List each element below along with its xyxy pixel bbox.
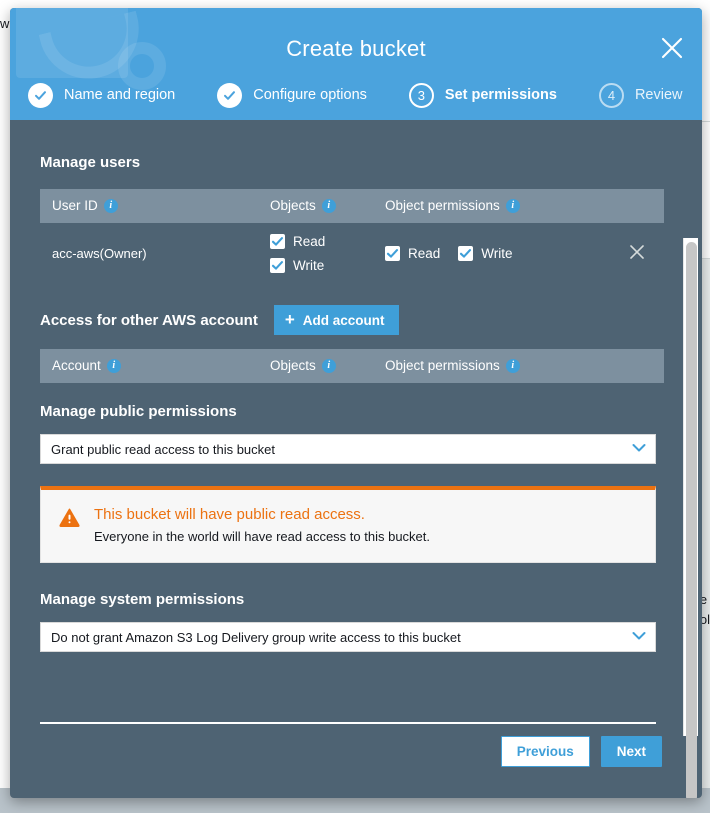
public-permissions-title: Manage public permissions xyxy=(40,403,237,420)
previous-button[interactable]: Previous xyxy=(500,736,590,767)
remove-user-button[interactable] xyxy=(625,241,649,265)
warning-icon xyxy=(59,508,80,544)
table-header-row: User ID i Objects i Object permissions i xyxy=(40,189,664,223)
checkbox-label: Read xyxy=(293,233,326,249)
cell-object-permissions: Read Write xyxy=(385,245,610,261)
modal-title: Create bucket xyxy=(286,36,426,61)
background-text-left: w xyxy=(0,16,10,31)
manage-users-table: User ID i Objects i Object permissions i ac… xyxy=(40,189,664,283)
column-header-label: Objects xyxy=(270,358,316,374)
checkbox-label: Read xyxy=(408,245,441,261)
column-header-objects: Objects i xyxy=(270,198,385,213)
modal-body-content: Manage users User ID i Objects i Object pe… xyxy=(10,120,702,720)
cell-user-id: acc-aws(Owner) xyxy=(52,245,147,261)
step-complete-icon xyxy=(217,82,243,108)
checkbox-checked-icon xyxy=(270,257,285,273)
objects-write-checkbox[interactable]: Write xyxy=(270,257,385,273)
modal-scrollbar-thumb[interactable] xyxy=(686,242,697,798)
objects-read-checkbox[interactable]: Read xyxy=(270,233,385,249)
checkbox-checked-icon xyxy=(385,245,400,261)
warning-title: This bucket will have public read access… xyxy=(94,506,365,523)
plus-icon: + xyxy=(284,309,295,329)
modal-header: Create bucket Name and region Configure … xyxy=(10,8,702,120)
system-permissions-select-wrap: Do not grant Amazon S3 Log Delivery grou… xyxy=(40,622,656,652)
column-header-account: Account i xyxy=(40,358,270,373)
close-icon xyxy=(660,36,684,60)
system-permissions-title: Manage system permissions xyxy=(40,591,245,608)
wizard-step-configure-options[interactable]: Configure options xyxy=(217,82,367,108)
create-bucket-modal: Create bucket Name and region Configure … xyxy=(10,8,702,798)
cell-objects: Read Write xyxy=(270,233,385,273)
wizard-step-name-and-region[interactable]: Name and region xyxy=(28,82,176,108)
checkbox-label: Write xyxy=(293,257,325,273)
wizard-step-set-permissions[interactable]: 3 Set permissions xyxy=(408,82,557,108)
add-account-button[interactable]: + Add account xyxy=(273,305,399,335)
info-icon[interactable]: i xyxy=(505,198,520,213)
column-header-objects: Objects i xyxy=(270,358,385,373)
step-number: 4 xyxy=(598,82,624,108)
step-number: 3 xyxy=(408,82,434,108)
object-permissions-write-checkbox[interactable]: Write xyxy=(458,245,513,261)
info-icon[interactable]: i xyxy=(321,198,336,213)
info-icon[interactable]: i xyxy=(505,358,520,373)
column-header-label: User ID xyxy=(52,198,98,214)
step-complete-icon xyxy=(28,82,53,108)
public-access-warning-text: This bucket will have public read access… xyxy=(94,506,430,544)
other-account-header: Access for other AWS account + Add accou… xyxy=(40,305,662,335)
public-permissions-select[interactable]: Grant public read access to this bucket xyxy=(40,434,656,464)
wizard-step-label: Review xyxy=(634,87,683,103)
info-icon[interactable]: i xyxy=(103,198,118,213)
public-access-warning: This bucket will have public read access… xyxy=(40,486,656,563)
checkbox-checked-icon xyxy=(458,245,474,261)
column-header-label: Account xyxy=(52,358,101,374)
checkbox-checked-icon xyxy=(270,233,285,249)
modal-footer: Previous Next xyxy=(10,724,702,798)
next-button[interactable]: Next xyxy=(600,736,662,767)
wizard-step-review[interactable]: 4 Review xyxy=(598,82,683,108)
modal-scrollbar[interactable] xyxy=(683,238,698,798)
info-icon[interactable]: i xyxy=(321,358,336,373)
warning-body: Everyone in the world will have read acc… xyxy=(94,529,431,544)
column-header-object-permissions: Object permissions i xyxy=(385,198,610,213)
wizard-step-label: Configure options xyxy=(253,87,367,103)
table-row: acc-aws(Owner) Read Write Read Write xyxy=(40,223,664,283)
wizard-step-label: Set permissions xyxy=(444,87,557,103)
wizard-steps: Name and region Configure options 3 Set … xyxy=(28,78,684,112)
modal-body: Manage users User ID i Objects i Object pe… xyxy=(10,120,702,798)
column-header-label: Object permissions xyxy=(385,358,500,374)
close-button[interactable] xyxy=(652,28,692,68)
checkbox-label: Write xyxy=(481,245,513,261)
public-permissions-select-wrap: Grant public read access to this bucket xyxy=(40,434,656,464)
column-header-label: Objects xyxy=(270,198,316,214)
other-account-table: Account i Objects i Object permissions i xyxy=(40,349,664,383)
manage-users-title: Manage users xyxy=(40,154,141,171)
column-header-label: Object permissions xyxy=(385,198,500,214)
object-permissions-read-checkbox[interactable]: Read xyxy=(385,245,441,261)
system-permissions-select[interactable]: Do not grant Amazon S3 Log Delivery grou… xyxy=(40,622,656,652)
table-header-row: Account i Objects i Object permissions i xyxy=(40,349,664,383)
info-icon[interactable]: i xyxy=(106,358,121,373)
wizard-step-label: Name and region xyxy=(64,87,176,103)
column-header-object-permissions: Object permissions i xyxy=(385,358,610,373)
cell-actions xyxy=(610,241,664,265)
close-icon xyxy=(628,243,646,264)
other-account-title: Access for other AWS account xyxy=(40,311,258,329)
column-header-user-id: User ID i xyxy=(40,198,270,213)
add-account-label: Add account xyxy=(302,312,385,328)
